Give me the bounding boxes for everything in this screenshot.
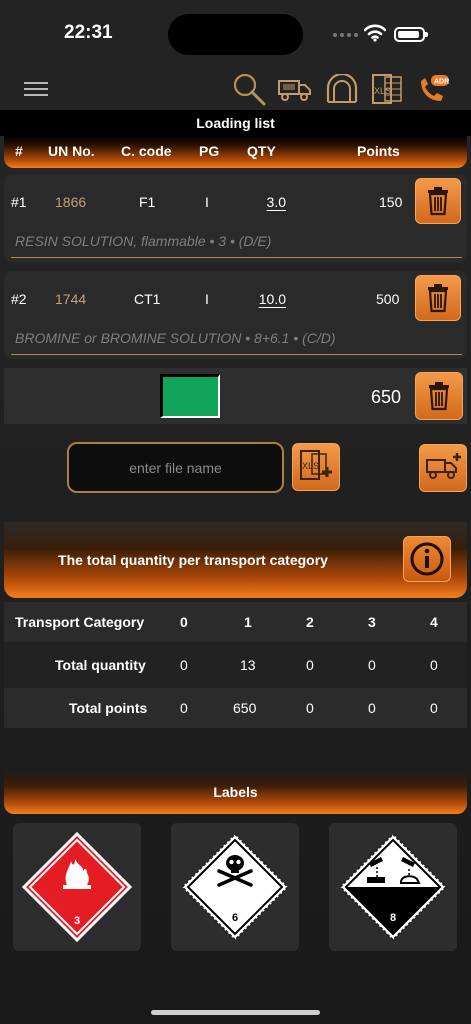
delete-item-button[interactable] <box>415 275 461 321</box>
quantity-cell: 0 <box>430 657 438 673</box>
adr-text: ADR <box>434 79 449 86</box>
loading-list-header: Loading list <box>0 110 471 136</box>
points-cell: 0 <box>368 700 376 716</box>
points-cell: 0 <box>306 700 314 716</box>
col-pg: PG <box>199 143 220 159</box>
quantity-cell: 0 <box>306 657 314 673</box>
file-name-input[interactable] <box>67 442 284 493</box>
row-label: Total quantity <box>55 657 146 673</box>
cellular-icon <box>333 33 358 37</box>
item-index: #1 <box>11 194 27 210</box>
transport-category-header: The total quantity per transport categor… <box>4 522 467 598</box>
item-index: #2 <box>11 291 27 307</box>
flammable-liquid-icon: 3 <box>21 831 133 943</box>
app-root: 22:31 XLS ADR Loading list # UN No. C. c… <box>0 0 471 1024</box>
adr-phone-icon[interactable]: ADR <box>417 73 451 105</box>
total-points: 650 <box>371 387 402 407</box>
item-class-code: CT1 <box>134 291 161 307</box>
item-description: RESIN SOLUTION, flammable • 3 • (D/E) <box>15 233 272 249</box>
item-qty-input[interactable]: 10.0 <box>236 291 286 307</box>
skull-crossbones-icon: 6 <box>180 832 290 942</box>
item-divider <box>11 257 462 258</box>
table-row: Transport Category 0 1 2 3 4 <box>4 602 467 642</box>
col-code: C. code <box>121 143 172 159</box>
quantity-cell: 0 <box>180 657 188 673</box>
quantity-cell: 0 <box>368 657 376 673</box>
status-bar: 22:31 <box>0 0 471 70</box>
status-indicator <box>160 374 220 418</box>
home-indicator[interactable] <box>151 1010 320 1015</box>
info-icon <box>410 542 444 576</box>
category-cell: 4 <box>430 614 438 630</box>
table-row: Total points 0 650 0 0 0 <box>4 688 467 728</box>
corrosive-icon: 8 <box>338 832 448 942</box>
item-qty-input[interactable]: 3.0 <box>236 194 286 210</box>
dynamic-island <box>168 14 303 55</box>
nav-bar: XLS ADR <box>0 70 471 110</box>
info-button[interactable] <box>403 536 451 582</box>
battery-icon <box>394 27 428 42</box>
item-description: BROMINE or BROMINE SOLUTION • 8+6.1 • (C… <box>15 330 336 346</box>
row-label: Total points <box>69 700 148 716</box>
trash-icon <box>428 284 448 313</box>
xls-icon[interactable]: XLS <box>371 72 403 106</box>
trash-icon <box>429 382 449 411</box>
export-xls-button[interactable]: XLS <box>292 443 340 491</box>
col-points: Points <box>357 143 400 159</box>
clear-all-button[interactable] <box>415 372 463 420</box>
transport-category-title: The total quantity per transport categor… <box>58 552 328 568</box>
xls-add-text: XLS <box>302 461 319 471</box>
points-cell: 0 <box>430 700 438 716</box>
wifi-icon <box>364 24 386 42</box>
list-item[interactable]: #2 1744 CT1 I 10.0 500 BROMINE or BROMIN… <box>4 271 467 359</box>
item-un-number[interactable]: 1744 <box>55 291 86 307</box>
total-row: 650 <box>4 368 467 424</box>
item-class-code: F1 <box>139 194 156 210</box>
label-number: 8 <box>390 912 396 924</box>
tunnel-icon[interactable] <box>326 74 358 104</box>
toxic-label-card[interactable]: 6 <box>171 823 299 951</box>
item-pg: I <box>205 291 209 307</box>
item-points: 150 <box>379 194 403 210</box>
label-number: 3 <box>74 915 80 927</box>
item-points: 500 <box>376 291 400 307</box>
corrosive-label-card[interactable]: 8 <box>329 823 457 951</box>
delete-item-button[interactable] <box>415 178 461 224</box>
status-time: 22:31 <box>64 22 113 43</box>
row-label: Transport Category <box>15 614 145 630</box>
col-un: UN No. <box>48 143 95 159</box>
transport-category-table: Transport Category 0 1 2 3 4 Total quant… <box>4 602 467 728</box>
table-row: Total quantity 0 13 0 0 0 <box>4 645 467 685</box>
search-icon[interactable] <box>232 72 268 108</box>
category-cell: 3 <box>368 614 376 630</box>
flammable-label-card[interactable]: 3 <box>13 823 141 951</box>
points-cell: 650 <box>233 700 257 716</box>
category-cell: 2 <box>306 614 314 630</box>
truck-icon[interactable] <box>278 76 312 104</box>
truck-add-icon <box>426 453 461 479</box>
list-item[interactable]: #1 1866 F1 I 3.0 150 RESIN SOLUTION, fla… <box>4 174 467 262</box>
col-index: # <box>15 143 23 159</box>
xls-text: XLS <box>374 86 391 96</box>
col-qty: QTY <box>247 143 276 159</box>
labels-header: Labels <box>4 770 467 814</box>
item-un-number[interactable]: 1866 <box>55 194 86 210</box>
loading-list-title: Loading list <box>196 115 275 131</box>
xls-add-icon: XLS <box>300 450 332 480</box>
category-cell: 1 <box>244 614 252 630</box>
label-number: 6 <box>232 912 238 924</box>
loading-list-column-header: # UN No. C. code PG QTY Points <box>4 136 467 168</box>
labels-title: Labels <box>213 784 258 800</box>
item-pg: I <box>205 194 209 210</box>
trash-icon <box>428 187 448 216</box>
points-cell: 0 <box>180 700 188 716</box>
item-divider <box>11 354 462 355</box>
add-to-truck-button[interactable] <box>419 444 467 492</box>
category-cell: 0 <box>180 614 188 630</box>
quantity-cell: 13 <box>240 657 256 673</box>
menu-icon[interactable] <box>24 82 48 96</box>
